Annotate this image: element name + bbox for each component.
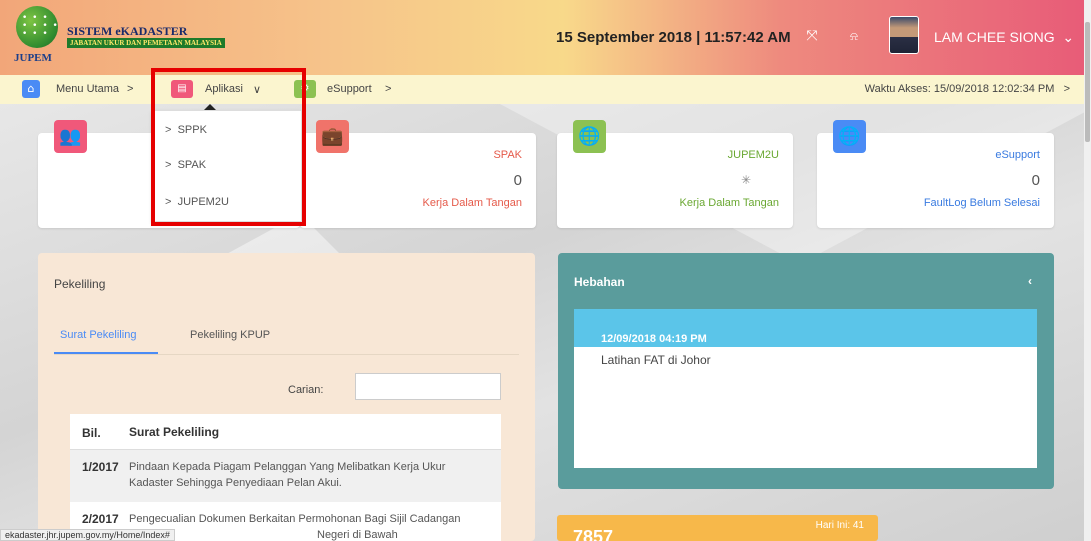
- breadcrumb: ⌂ Menu Utama > ▤ Aplikasi ∨ ⚙ eSupport >…: [0, 75, 1084, 104]
- card-subtitle: FaultLog Belum Selesai: [923, 197, 1040, 209]
- row-text-continued: Negeri di Bawah: [317, 529, 398, 541]
- chevron-right-icon[interactable]: >: [1064, 83, 1070, 95]
- fullscreen-icon[interactable]: ⤧: [802, 26, 822, 46]
- card-jupem2u[interactable]: 🌐 JUPEM2U ✳ Kerja Dalam Tangan: [557, 120, 793, 228]
- announcement-text[interactable]: Latihan FAT di Johor: [601, 353, 711, 367]
- pekeliling-panel: Pekeliling Surat Pekeliling Pekeliling K…: [38, 253, 535, 541]
- row-bil: 1/2017: [82, 460, 119, 474]
- aplikasi-icon[interactable]: ▤: [171, 80, 193, 98]
- column-header-surat[interactable]: Surat Pekeliling: [129, 424, 479, 440]
- announcement-list: 12/09/2018 04:19 PM Latihan FAT di Johor: [574, 309, 1037, 468]
- row-bil: 2/2017: [82, 512, 119, 526]
- card-value: 0: [513, 172, 522, 189]
- access-time-text: Waktu Akses: 15/09/2018 12:02:34 PM: [864, 83, 1055, 95]
- system-subtitle: JABATAN UKUR DAN PEMETAAN MALAYSIA: [67, 38, 225, 48]
- notification-bell-icon[interactable]: ⍾: [844, 26, 864, 46]
- home-icon[interactable]: ⌂: [22, 80, 40, 98]
- globe-icon: 🌐: [833, 120, 866, 153]
- row-text[interactable]: Pindaan Kepada Piagam Pelanggan Yang Mel…: [129, 459, 479, 491]
- dropdown-item-sppk[interactable]: > SPPK: [165, 124, 207, 136]
- aplikasi-menu[interactable]: Aplikasi: [205, 83, 243, 95]
- divider: [54, 354, 519, 355]
- card-value: 0: [1031, 172, 1040, 189]
- loading-spinner-icon: ✳: [741, 173, 752, 187]
- active-tab-indicator: [54, 352, 158, 354]
- esupport-link[interactable]: eSupport: [327, 83, 372, 95]
- collapse-icon[interactable]: ‹: [1028, 274, 1032, 288]
- table-row[interactable]: 1/2017 Pindaan Kepada Piagam Pelanggan Y…: [70, 450, 501, 502]
- users-icon: 👥: [54, 120, 87, 153]
- top-header: • • • • • • • • • • JUPEM SISTEM eKADASTER…: [0, 0, 1084, 75]
- avatar[interactable]: [889, 16, 919, 54]
- user-menu[interactable]: LAM CHEE SIONG ⌄: [934, 29, 1074, 46]
- today-count: Hari Ini: 41: [815, 520, 864, 531]
- scrollbar-thumb[interactable]: [1085, 22, 1090, 142]
- row-text[interactable]: Pengecualian Dokumen Berkaitan Permohona…: [129, 511, 479, 527]
- menu-utama-link[interactable]: Menu Utama: [56, 83, 119, 95]
- card-esupport[interactable]: 🌐 eSupport 0 FaultLog Belum Selesai: [817, 120, 1054, 228]
- username: LAM CHEE SIONG: [934, 29, 1055, 45]
- hebahan-panel: Hebahan ‹ 12/09/2018 04:19 PM Latihan FA…: [558, 253, 1054, 489]
- system-title: SISTEM eKADASTER: [67, 24, 188, 38]
- chevron-right-icon: >: [127, 83, 134, 95]
- visitor-counter-card: 7857 Hari Ini: 41: [557, 515, 878, 541]
- browser-status-bar: ekadaster.jhr.jupem.gov.my/Home/Index#: [0, 529, 175, 541]
- chevron-right-icon: >: [385, 83, 392, 95]
- card-subtitle: Kerja Dalam Tangan: [422, 197, 522, 209]
- tab-surat-pekeliling[interactable]: Surat Pekeliling: [60, 329, 136, 341]
- card-spak[interactable]: 💼 SPAK 0 Kerja Dalam Tangan: [300, 120, 536, 228]
- briefcase-icon: 💼: [316, 120, 349, 153]
- panel-title: Pekeliling: [54, 277, 106, 291]
- visitor-count: 7857: [573, 527, 614, 541]
- jupem-logo: • • • • • • • • • • JUPEM: [14, 6, 62, 68]
- announcement-date: 12/09/2018 04:19 PM: [601, 333, 707, 345]
- chevron-down-icon[interactable]: ∨: [253, 83, 261, 96]
- pekeliling-table: Bil. Surat Pekeliling 1/2017 Pindaan Kep…: [70, 414, 501, 541]
- tab-pekeliling-kpup[interactable]: Pekeliling KPUP: [190, 329, 270, 341]
- card-title: eSupport: [995, 149, 1040, 161]
- column-header-bil[interactable]: Bil.: [82, 426, 101, 440]
- datetime-display: 15 September 2018 | 11:57:42 AM: [556, 29, 791, 46]
- card-subtitle: Kerja Dalam Tangan: [679, 197, 779, 209]
- card-title: SPAK: [493, 149, 522, 161]
- globe-icon: 🌐: [573, 120, 606, 153]
- card-title: JUPEM2U: [727, 149, 779, 161]
- chevron-down-icon: ⌄: [1062, 29, 1075, 45]
- scrollbar[interactable]: [1084, 0, 1091, 541]
- esupport-icon[interactable]: ⚙: [294, 80, 316, 98]
- table-header: Bil. Surat Pekeliling: [70, 414, 501, 450]
- search-input[interactable]: [355, 373, 501, 400]
- dropdown-item-jupem2u[interactable]: > JUPEM2U: [165, 196, 229, 208]
- dropdown-item-spak[interactable]: > SPAK: [165, 159, 206, 171]
- panel-title: Hebahan: [574, 275, 625, 289]
- access-time: Waktu Akses: 15/09/2018 12:02:34 PM >: [865, 83, 1070, 95]
- aplikasi-dropdown: > SPPK > SPAK > JUPEM2U: [152, 110, 302, 222]
- logo-text: JUPEM: [14, 52, 52, 64]
- search-label: Carian:: [288, 384, 324, 396]
